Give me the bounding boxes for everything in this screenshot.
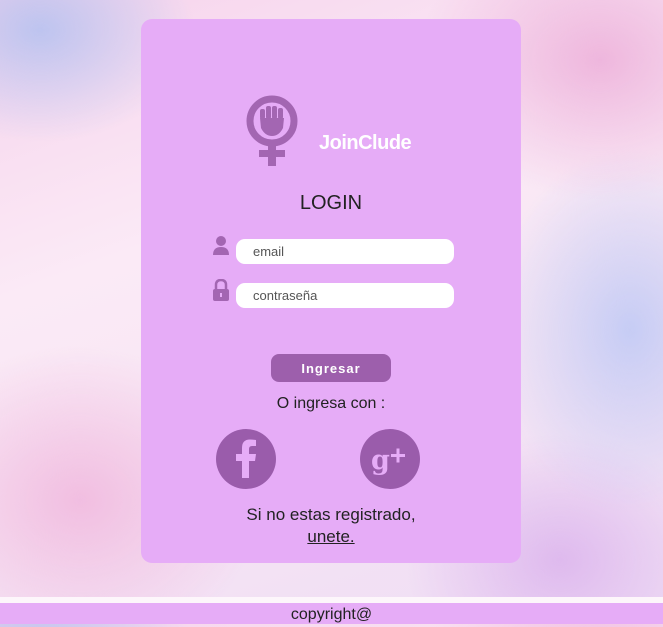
- login-card: JoinClude LOGIN Ingresar O ingresa con :…: [141, 19, 521, 563]
- facebook-icon: [236, 439, 256, 478]
- register-prompt: Si no estas registrado,: [246, 505, 416, 524]
- google-plus-login-button[interactable]: g: [360, 429, 420, 489]
- login-button[interactable]: Ingresar: [271, 354, 391, 382]
- social-login-prompt: O ingresa con :: [276, 395, 386, 412]
- password-field[interactable]: [236, 283, 454, 308]
- register-link[interactable]: unete.: [141, 527, 521, 547]
- svg-text:g: g: [371, 445, 390, 476]
- feminist-fist-icon: [246, 95, 298, 166]
- lock-icon: [213, 279, 229, 301]
- brand-name: JoinClude: [319, 132, 412, 154]
- brand-logo: JoinClude: [245, 94, 425, 169]
- login-title: LOGIN: [299, 192, 363, 214]
- email-field[interactable]: [236, 239, 454, 264]
- google-plus-icon: g: [371, 445, 405, 476]
- user-icon: [213, 236, 229, 255]
- facebook-login-button[interactable]: [216, 429, 276, 489]
- copyright-text: copyright@: [290, 606, 373, 623]
- footer: copyright@: [0, 603, 663, 624]
